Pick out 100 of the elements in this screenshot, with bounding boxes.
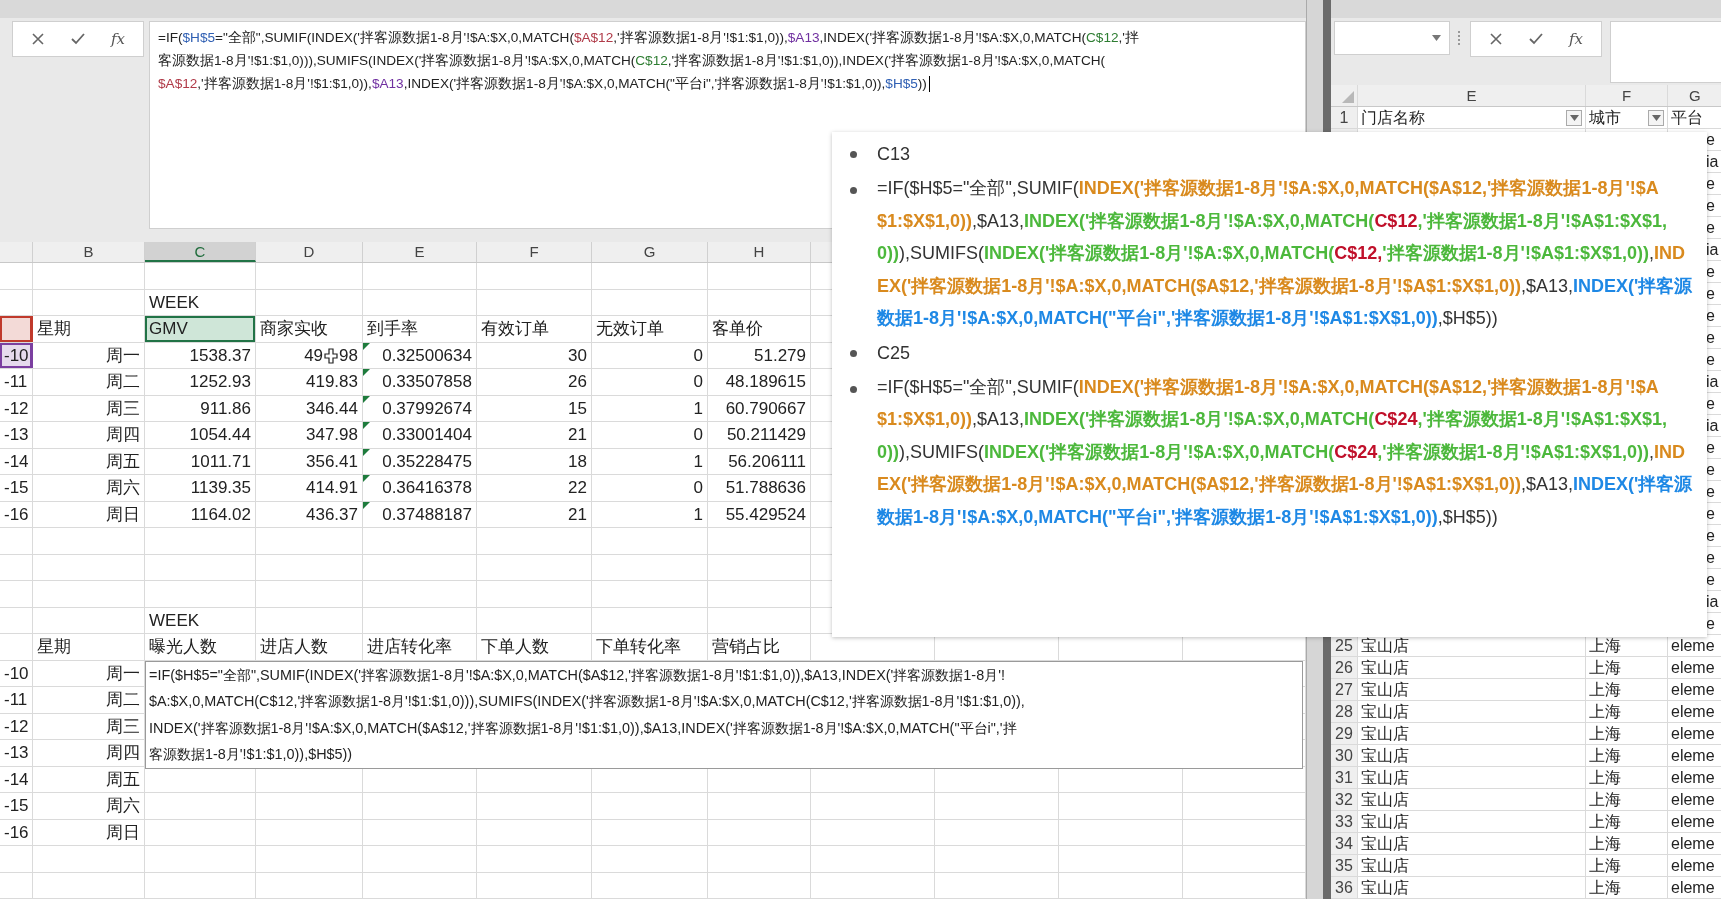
table-cell: -14 (0, 766, 33, 792)
table-cell: e (1706, 307, 1715, 324)
table-cell: eleme (1668, 723, 1721, 744)
table-cell: 进店转化率 (363, 634, 477, 660)
table-cell-text: 门店名称 (1361, 108, 1425, 128)
table-cell: GMV (145, 316, 256, 342)
table-cell: e (1706, 439, 1715, 456)
table-cell: 56.206111 (708, 448, 811, 474)
table-cell: e (1706, 571, 1715, 588)
table-cell: ia (1706, 153, 1719, 170)
table-cell: 进店人数 (256, 634, 363, 660)
table-cell: ia (1706, 593, 1719, 610)
table-cell: -10 (0, 660, 33, 686)
table-cell: eleme (1668, 855, 1721, 876)
table-cell: 30 (477, 342, 592, 368)
table-cell: e (1706, 351, 1715, 368)
table-cell: 宝山店 (1358, 811, 1586, 832)
table-cell: e (1706, 483, 1715, 500)
table-cell: 1139.35 (145, 475, 256, 501)
table-cell: 宝山店 (1358, 657, 1586, 678)
table-cell: 宝山店 (1358, 877, 1586, 898)
table-cell: 1252.93 (145, 369, 256, 395)
table-cell: 50.211429 (708, 422, 811, 448)
table-cell: e (1706, 263, 1715, 280)
table-cell: 上海 (1586, 833, 1668, 854)
table-cell: 宝山店 (1358, 701, 1586, 722)
table-cell: 55.429524 (708, 501, 811, 527)
table-cell: 26 (477, 369, 592, 395)
table-cell: 1 (592, 448, 708, 474)
table-cell: 49 98 (256, 342, 363, 368)
table-cell: 营销占比 (708, 634, 811, 660)
table-cell: 无效订单 (592, 316, 708, 342)
table-cell: 上海 (1586, 789, 1668, 810)
table-cell: e (1706, 131, 1715, 148)
table-cell: 上海 (1586, 877, 1668, 898)
table-cell: 上海 (1586, 723, 1668, 744)
table-cell: 0 (592, 369, 708, 395)
table-cell: -13 (0, 740, 33, 766)
table-cell: 下单人数 (477, 634, 592, 660)
table-cell: 上海 (1586, 811, 1668, 832)
table-cell: e (1706, 197, 1715, 214)
table-cell: e (1706, 527, 1715, 544)
table-cell: 上海 (1586, 855, 1668, 876)
table-cell: -16 (0, 501, 33, 527)
table-cell: 0 (592, 475, 708, 501)
table-cell: 0.33001404 (363, 422, 477, 448)
table-cell: e (1706, 285, 1715, 302)
table-cell: 0 (592, 422, 708, 448)
table-cell: eleme (1668, 767, 1721, 788)
table-cell: 911.86 (145, 395, 256, 421)
table-cell: eleme (1668, 701, 1721, 722)
table-cell: -15 (0, 475, 33, 501)
table-cell: 1 (592, 395, 708, 421)
table-cell: 宝山店 (1358, 679, 1586, 700)
table-cell: 周二 (33, 369, 145, 395)
table-cell: 宝山店 (1358, 833, 1586, 854)
table-cell: ia (1706, 417, 1719, 434)
table-cell: 1 (592, 501, 708, 527)
formula-text: =IF($H$5="全部",SUMIF(INDEX('拌客源数据1-8月'!$A:$X,0,MATCH($A$12,'拌客源数据1-8月'!$A$1:$X$1,0)),$A13,INDEX('拌客源数据1-8月'!$A:$X,0,MATCH(C$24,'拌客源数据1-8月'!$A$1:$X$1,0))),SUMIFS(INDEX('拌客源数据1-8月'!$A:$X,0,MATCH(C$24,'拌客源数据1-8月'!$A$1:$X$1,0)),INDEX('拌客源数据1-8月'!$A:$X,0,MATCH($A$12,'拌客源数据1-8月'!$A$1:$X$1,0)),$A13,INDEX('拌客源数据1-8月'!$A:$X,0,MATCH("平台i",'拌客源数据1-8月'!$A$1:$X$1,0)),$H$5)) (877, 375, 1693, 529)
table-cell: eleme (1668, 745, 1721, 766)
table-cell: 到手率 (363, 316, 477, 342)
table-cell: 宝山店 (1358, 767, 1586, 788)
table-cell: e (1706, 615, 1715, 632)
table-cell: eleme (1668, 833, 1721, 854)
table-cell: 21 (477, 501, 592, 527)
table-cell: 18 (477, 448, 592, 474)
table-cell: ia (1706, 241, 1719, 258)
table-cell: 宝山店 (1358, 855, 1586, 876)
table-cell: 周五 (33, 448, 145, 474)
table-cell: e (1706, 505, 1715, 522)
table-cell: 1054.44 (145, 422, 256, 448)
table-cell: 有效订单 (477, 316, 592, 342)
table-cell: 0.33507858 (363, 369, 477, 395)
table-cell: 上海 (1586, 679, 1668, 700)
table-cell: -11 (0, 369, 33, 395)
table-cell: 上海 (1586, 745, 1668, 766)
table-cell: WEEK (145, 607, 256, 633)
table-cell: 22 (477, 475, 592, 501)
table-cell: -10 (0, 342, 33, 368)
table-cell: 0.32500634 (363, 342, 477, 368)
table-cell: 曝光人数 (145, 634, 256, 660)
table-cell: 51.788636 (708, 475, 811, 501)
table-cell: 1538.37 (145, 342, 256, 368)
table-cell: -16 (0, 819, 33, 845)
table-cell: 21 (477, 422, 592, 448)
table-cell: 周一 (33, 342, 145, 368)
table-cell: -15 (0, 793, 33, 819)
table-cell: 0.36416378 (363, 475, 477, 501)
table-cell: 上海 (1586, 767, 1668, 788)
table-cell: 周三 (33, 395, 145, 421)
table-cell: 宝山店 (1358, 745, 1586, 766)
table-cell: eleme (1668, 657, 1721, 678)
table-cell: 周四 (33, 422, 145, 448)
table-cell: 51.279 (708, 342, 811, 368)
table-cell: eleme (1668, 789, 1721, 810)
table-cell: e (1706, 329, 1715, 346)
table-cell: ia (1706, 373, 1719, 390)
table-cell: 0.37488187 (363, 501, 477, 527)
table-cell: 周六 (33, 793, 145, 819)
table-cell: e (1706, 395, 1715, 412)
